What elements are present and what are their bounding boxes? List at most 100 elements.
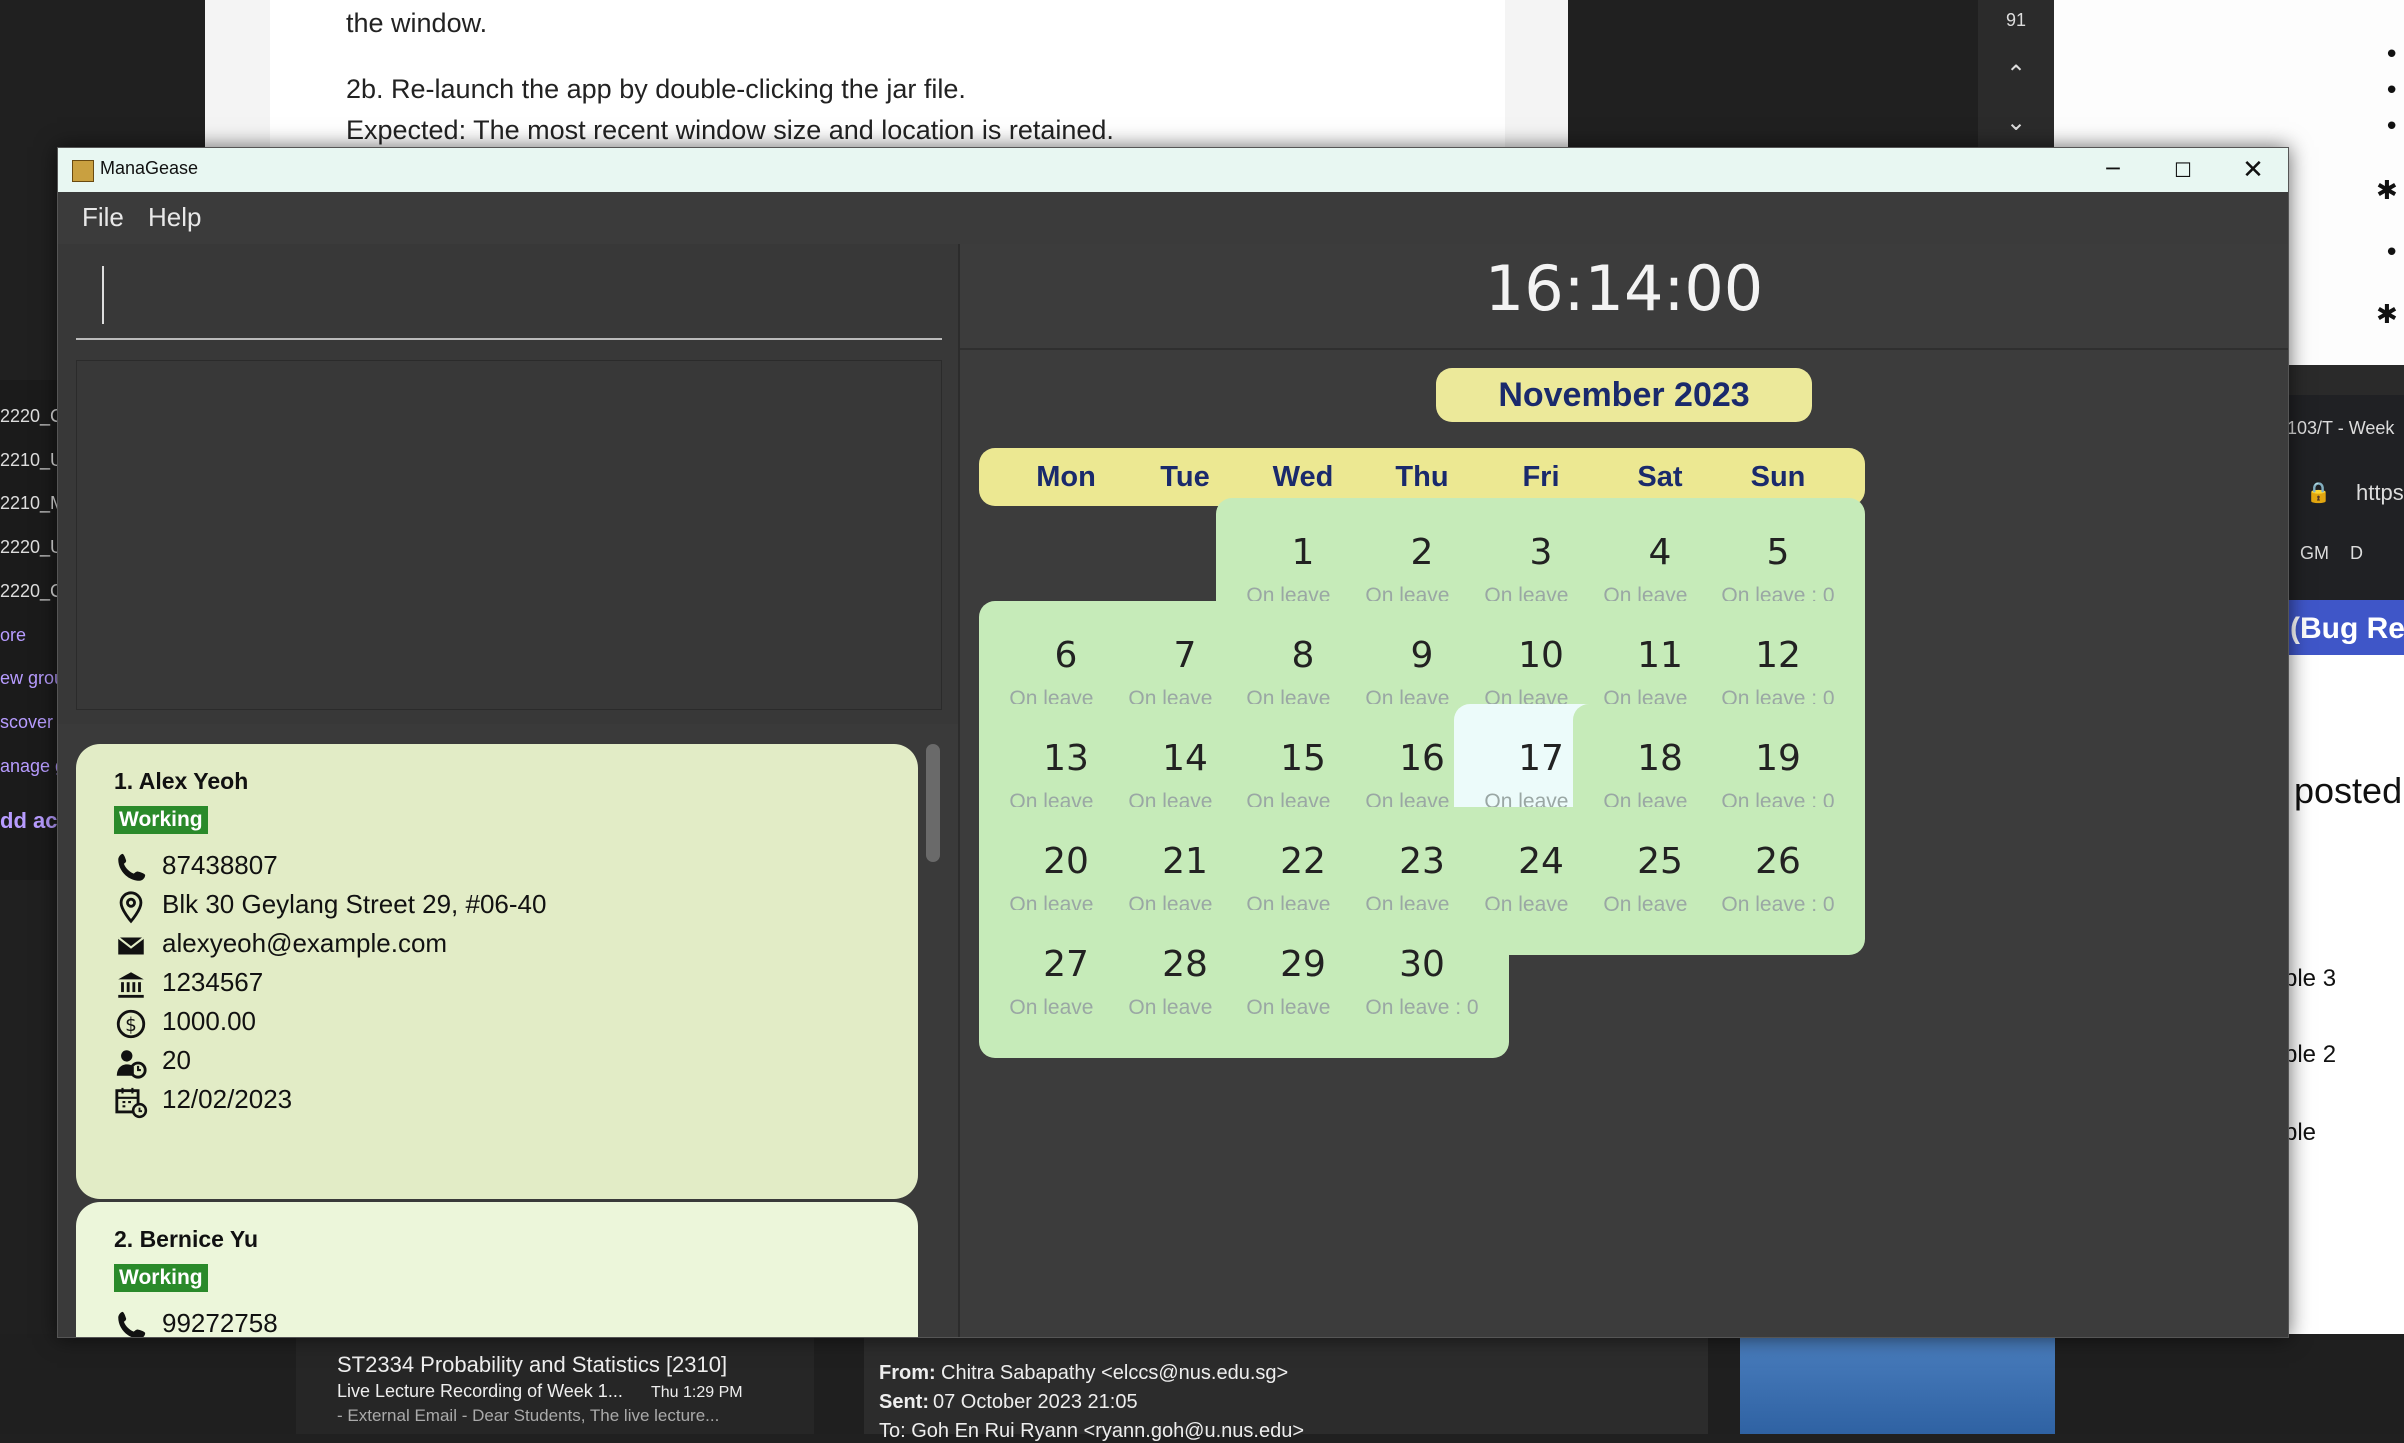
menu-file[interactable]: File: [82, 202, 124, 233]
month-label: November 2023: [1436, 368, 1812, 422]
calendar-day-leave-count: On leave : 0: [1721, 893, 1835, 916]
managease-window: ManaGease ─ ☐ ✕ File Help 1. Alex Yeoh W…: [57, 147, 2289, 1338]
sidebar-item[interactable]: 2220_C: [0, 581, 58, 602]
phone-row: 87438807: [114, 848, 894, 884]
email-value: alexyeoh@example.com: [162, 928, 448, 958]
email-from-value: Chitra Sabapathy <elccs@nus.edu.sg>: [941, 1362, 1289, 1384]
calendar-day-number: 5: [1766, 532, 1790, 573]
person-name: 2. Bernice Yu: [114, 1226, 259, 1252]
chevron-down-icon[interactable]: ⌄: [1978, 108, 2054, 136]
email-time: Thu 1:29 PM: [651, 1384, 743, 1401]
envelope-icon: [117, 936, 145, 955]
email-subject: ST2334 Probability and Statistics [2310]: [337, 1352, 728, 1377]
salary-row: $ 1000.00: [114, 1004, 894, 1040]
sidebar-item[interactable]: 2210_U: [0, 450, 58, 471]
menu-help[interactable]: Help: [148, 202, 201, 233]
browser-list-item[interactable]: ple 3: [2284, 965, 2336, 993]
person-card[interactable]: 1. Alex Yeoh Working 87438807 Blk 30 Gey…: [76, 744, 918, 1199]
text-caret: [102, 266, 104, 324]
bug-icon: ✱: [2376, 300, 2398, 330]
address-value: Blk 30 Geylang Street 29, #06-40: [162, 889, 547, 919]
bullet-icon: •: [2384, 76, 2400, 106]
bookmark-gm[interactable]: GM: [2300, 543, 2329, 564]
calendar-pane: 16:14:00 November 2023 Mon Tue Wed Thu Fri Sa…: [960, 244, 2288, 1337]
chevron-up-icon[interactable]: ⌃: [1978, 60, 2054, 88]
left-pane: 1. Alex Yeoh Working 87438807 Blk 30 Gey…: [58, 244, 958, 1337]
sidebar-item[interactable]: 2210_M: [0, 493, 58, 514]
svg-text:$: $: [125, 1015, 137, 1036]
bug-icon: ✱: [2376, 176, 2398, 206]
person-list-scrollbar[interactable]: [926, 744, 940, 862]
salary-value: 1000.00: [162, 1006, 256, 1036]
command-input[interactable]: [76, 248, 942, 340]
browser-posted-text: posted: [2294, 770, 2403, 811]
lock-icon: 🔒: [2306, 482, 2331, 504]
leave-value: 20: [162, 1045, 191, 1075]
calendar-day[interactable]: 30 On leave : 0: [1335, 910, 1509, 1058]
doc-line-1: the window.: [346, 8, 488, 38]
phone-icon: [118, 1311, 146, 1337]
calendar-day-number: 30: [1399, 944, 1445, 985]
bookmark-drive[interactable]: D: [2350, 543, 2363, 564]
calendar-day-number: 19: [1755, 738, 1801, 779]
browser-url[interactable]: https: [2356, 480, 2404, 506]
sidebar-item[interactable]: ew grou: [0, 668, 58, 689]
clock-divider: [960, 348, 2288, 350]
status-badge: Working: [114, 806, 208, 834]
calendar-day-number: 26: [1755, 841, 1801, 882]
email-preview: Live Lecture Recording of Week 1...: [337, 1381, 623, 1401]
date-row: 12/02/2023: [114, 1082, 894, 1119]
calendar-day-number: 12: [1755, 635, 1801, 676]
email-to-line: To: Goh En Rui Ryann <ryann.goh@u.nus.ed…: [879, 1420, 1305, 1442]
sidebar-item[interactable]: scover: [0, 712, 58, 733]
dollar-icon: $: [116, 1009, 146, 1039]
doc-line-2: 2b. Re-launch the app by double-clicking…: [346, 74, 966, 104]
result-display: [76, 360, 942, 710]
menu-bar: File Help: [58, 192, 2288, 244]
bank-value: 1234567: [162, 967, 264, 997]
sidebar-item[interactable]: 2220_C: [0, 406, 58, 427]
leave-row: 20: [114, 1043, 894, 1079]
calendar-day-leave-count: On leave : 0: [1365, 996, 1479, 1019]
person-clock-icon: [116, 1050, 147, 1079]
person-name: 1. Alex Yeoh: [114, 768, 249, 794]
bullet-icon: •: [2384, 40, 2400, 70]
title-bar[interactable]: ManaGease ─ ☐ ✕: [58, 148, 2288, 192]
close-icon[interactable]: ✕: [2218, 148, 2288, 192]
browser-list-item[interactable]: ple 2: [2284, 1041, 2336, 1069]
email-sent-label: Sent:: [879, 1391, 929, 1413]
calendar-clock-icon: [115, 1087, 148, 1119]
calendar-day[interactable]: 26 On leave : 0: [1691, 807, 1865, 955]
bank-icon: [118, 972, 144, 998]
browser-banner-text: (Bug Re: [2290, 612, 2404, 645]
clock-display: 16:14:00: [1484, 252, 1764, 325]
bullet-icon: •: [2384, 112, 2400, 142]
bullet-icon: •: [2384, 238, 2400, 268]
window-title: ManaGease: [100, 158, 199, 178]
gutter-number: 91: [2005, 10, 2027, 30]
phone-icon: [118, 853, 146, 881]
email-from-label: From:: [879, 1362, 936, 1384]
phone-row: 99272758: [114, 1306, 894, 1338]
browser-tab-title[interactable]: 103/T - Week: [2287, 418, 2394, 439]
status-badge: Working: [114, 1264, 208, 1292]
sidebar-item[interactable]: ore: [0, 625, 58, 646]
sidebar-item[interactable]: dd acc: [0, 808, 58, 834]
sidebar-item[interactable]: anage g: [0, 756, 58, 777]
join-date-value: 12/02/2023: [162, 1084, 293, 1114]
email-snippet: - External Email - Dear Students, The li…: [337, 1406, 720, 1425]
minimize-icon[interactable]: ─: [2078, 148, 2148, 192]
location-pin-icon: [119, 891, 143, 924]
email-row: alexyeoh@example.com: [114, 926, 894, 962]
person-card[interactable]: 2. Bernice Yu Working 99272758: [76, 1202, 918, 1338]
background-image-block: [1740, 1334, 2055, 1434]
maximize-icon[interactable]: ☐: [2148, 148, 2218, 192]
email-sent-value: 07 October 2023 21:05: [933, 1391, 1138, 1413]
phone-value: 99272758: [162, 1308, 278, 1338]
phone-value: 87438807: [162, 850, 278, 880]
sidebar-item[interactable]: 2220_U: [0, 537, 58, 558]
app-icon: [72, 160, 94, 182]
person-list: 1. Alex Yeoh Working 87438807 Blk 30 Gey…: [58, 724, 958, 1337]
doc-line-3: Expected: The most recent window size an…: [346, 115, 1114, 145]
bank-row: 1234567: [114, 965, 894, 1001]
